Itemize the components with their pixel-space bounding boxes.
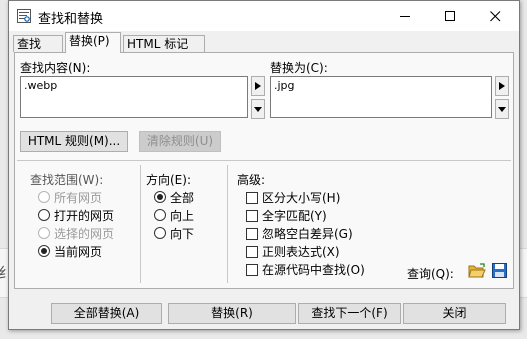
- maximize-button[interactable]: [428, 1, 473, 31]
- divider: [227, 165, 228, 283]
- save-disk-icon[interactable]: [492, 263, 507, 278]
- replace-panel: 查找内容(N): .webp 替换为(C): .jpg HTML 规则(M)..…: [14, 52, 514, 289]
- close-icon: [490, 10, 501, 21]
- scope-all-pages-radio[interactable]: [38, 191, 50, 203]
- arrow-right-icon: [255, 82, 261, 90]
- scope-current-page-radio[interactable]: [38, 245, 50, 257]
- divider: [140, 165, 141, 283]
- direction-label: 方向(E):: [146, 173, 191, 187]
- divider: [17, 160, 511, 161]
- maximize-icon: [445, 10, 455, 21]
- replace-label: 替换为(C):: [270, 61, 328, 75]
- app-icon: [17, 9, 31, 23]
- direction-down-radio[interactable]: [154, 227, 166, 239]
- find-replace-dialog: 查找和替换 查找(D) 替换(P) HTML 标记(L) 查找内容(N): .w…: [8, 0, 520, 330]
- minimize-icon: [400, 15, 410, 17]
- window-title: 查找和替换: [38, 12, 104, 27]
- direction-all-radio[interactable]: [154, 191, 166, 203]
- direction-up-label: 向上: [170, 209, 195, 223]
- scope-open-pages-radio[interactable]: [38, 209, 50, 221]
- clear-rules-button[interactable]: 清除规则(U): [139, 131, 221, 152]
- find-special-button[interactable]: [251, 76, 265, 96]
- tab-replace[interactable]: 替换(P): [65, 32, 121, 53]
- direction-down-label: 向下: [170, 227, 195, 241]
- search-source-label: 在源代码中查找(O): [262, 263, 365, 277]
- open-folder-icon[interactable]: [468, 263, 486, 279]
- tab-html-tags[interactable]: HTML 标记(L): [123, 35, 205, 68]
- scope-selected-pages-label: 选择的网页: [54, 227, 115, 241]
- tab-strip: 查找(D) 替换(P) HTML 标记(L): [9, 32, 519, 68]
- ignore-whitespace-label: 忽略空白差异(G): [262, 227, 353, 241]
- regex-checkbox[interactable]: [246, 246, 258, 258]
- match-case-label: 区分大小写(H): [262, 191, 341, 205]
- minimize-button[interactable]: [383, 1, 428, 31]
- scope-label: 查找范围(W):: [30, 173, 104, 187]
- close-window-button[interactable]: [473, 1, 518, 31]
- title-bar: 查找和替换: [9, 1, 519, 31]
- replace-button[interactable]: 替换(R): [168, 303, 296, 324]
- search-source-checkbox[interactable]: [246, 264, 258, 276]
- scope-open-pages-label: 打开的网页: [54, 209, 115, 223]
- find-input[interactable]: .webp: [20, 76, 248, 118]
- replace-special-button[interactable]: [495, 76, 509, 96]
- close-button[interactable]: 关闭: [403, 303, 506, 324]
- find-history-button[interactable]: [251, 99, 265, 119]
- whole-word-label: 全字匹配(Y): [262, 209, 327, 223]
- query-label: 查询(Q):: [407, 267, 454, 281]
- scope-selected-pages-radio[interactable]: [38, 227, 50, 239]
- html-rules-button[interactable]: HTML 规则(M)...: [20, 131, 128, 152]
- scope-current-page-label: 当前网页: [54, 245, 103, 259]
- chevron-down-icon: [498, 106, 506, 112]
- match-case-checkbox[interactable]: [246, 192, 258, 204]
- find-label: 查找内容(N):: [20, 61, 91, 75]
- arrow-right-icon: [499, 82, 505, 90]
- chevron-down-icon: [254, 106, 262, 112]
- tab-find[interactable]: 查找(D): [13, 35, 63, 68]
- scope-all-pages-label: 所有网页: [54, 191, 103, 205]
- whole-word-checkbox[interactable]: [246, 210, 258, 222]
- direction-up-radio[interactable]: [154, 209, 166, 221]
- direction-all-label: 全部: [170, 191, 195, 205]
- ignore-whitespace-checkbox[interactable]: [246, 228, 258, 240]
- replace-all-button[interactable]: 全部替换(A): [51, 303, 162, 324]
- replace-input[interactable]: .jpg: [270, 76, 492, 118]
- regex-label: 正则表达式(X): [262, 245, 340, 259]
- replace-history-button[interactable]: [495, 99, 509, 119]
- find-next-button[interactable]: 查找下一个(F): [298, 303, 401, 324]
- advanced-label: 高级:: [237, 173, 266, 187]
